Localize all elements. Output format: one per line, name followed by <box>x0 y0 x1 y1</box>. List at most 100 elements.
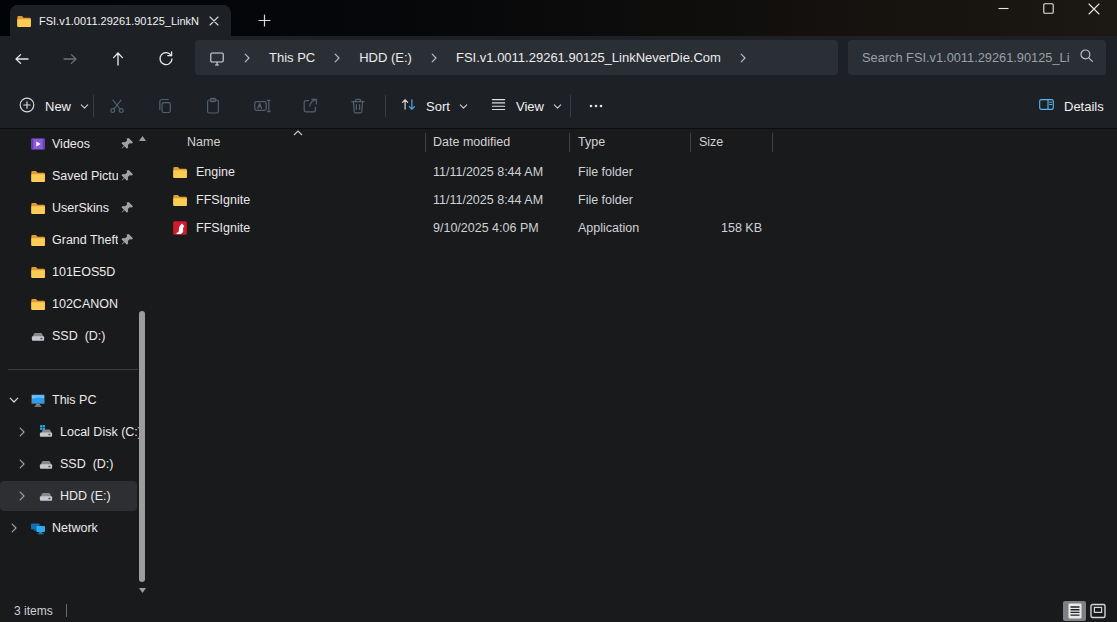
folder-icon <box>172 164 188 180</box>
new-tab-button[interactable] <box>253 9 275 31</box>
navigation-bar: This PC HDD (E:) FSI.v1.0011.29261.90125_L… <box>0 36 1117 83</box>
delete-button[interactable] <box>340 90 376 122</box>
sidebar: Videos Saved Pictures UserSkins Grand Theft… <box>0 129 150 600</box>
breadcrumb-hdd-e[interactable]: HDD (E:) <box>359 50 412 65</box>
column-header-type[interactable]: Type <box>578 135 605 149</box>
tree-item-network[interactable]: Network <box>0 513 150 543</box>
sidebar-item-grand-theft-a[interactable]: Grand Theft A <box>0 225 150 255</box>
breadcrumb-this-pc[interactable]: This PC <box>269 50 315 65</box>
pin-icon <box>121 137 134 150</box>
share-button[interactable] <box>292 90 328 122</box>
sidebar-divider <box>8 369 138 370</box>
column-header-date[interactable]: Date modified <box>433 135 510 149</box>
details-button[interactable]: Details <box>1030 90 1112 122</box>
sidebar-item-label: UserSkins <box>52 201 118 215</box>
paste-button[interactable] <box>195 90 231 122</box>
breadcrumb-chevron-icon[interactable] <box>241 52 253 64</box>
scroll-down-arrow[interactable] <box>139 588 146 593</box>
tree-item-local-disk-c[interactable]: Local Disk (C:) <box>0 417 150 447</box>
tab-close-icon[interactable] <box>205 12 223 30</box>
table-row[interactable]: FFSIgnite11/11/2025 8:44 AMFile folder <box>155 186 1117 214</box>
sort-ascending-icon <box>293 130 303 136</box>
sidebar-item-saved-pictures[interactable]: Saved Pictures <box>0 161 150 191</box>
column-header-name[interactable]: Name <box>187 135 220 149</box>
details-pane-icon <box>1038 96 1055 116</box>
search-input[interactable]: Search FSI.v1.0011.29261.90125_Li <box>862 50 1079 65</box>
sidebar-item-101eos5d[interactable]: 101EOS5D <box>0 257 150 287</box>
file-explorer-window: FSI.v1.0011.29261.90125_LinkN This PC HDD… <box>0 0 1117 622</box>
search-box[interactable]: Search FSI.v1.0011.29261.90125_Li <box>848 40 1106 75</box>
sidebar-item-ssd-d[interactable]: SSD (D:) <box>0 321 150 351</box>
drive-icon <box>30 328 46 344</box>
pinned-section: Videos Saved Pictures UserSkins Grand Theft… <box>0 129 150 353</box>
view-button[interactable]: View <box>482 90 571 122</box>
spacer <box>8 170 20 182</box>
breadcrumb-chevron-icon[interactable] <box>737 52 749 64</box>
address-bar[interactable]: This PC HDD (E:) FSI.v1.0011.29261.90125_L… <box>195 40 838 75</box>
up-button[interactable] <box>102 43 134 75</box>
column-header-size[interactable]: Size <box>699 135 723 149</box>
refresh-button[interactable] <box>150 43 182 75</box>
view-icon <box>490 96 507 116</box>
network-icon <box>30 520 46 536</box>
chevron-right-icon[interactable] <box>16 458 28 470</box>
table-row[interactable]: Engine11/11/2025 8:44 AMFile folder <box>155 158 1117 186</box>
back-button[interactable] <box>6 43 38 75</box>
explorer-tab[interactable]: FSI.v1.0011.29261.90125_LinkN <box>10 5 231 36</box>
new-button-label: New <box>45 99 71 114</box>
chevron-down-icon <box>552 101 563 112</box>
table-row[interactable]: FFSIgnite9/10/2025 4:06 PMApplication158… <box>155 214 1117 242</box>
icons-view-toggle[interactable] <box>1087 601 1109 621</box>
tree-section: This PC Local Disk (C:)SSD (D:)HDD (E:)Ne… <box>0 385 150 545</box>
new-button[interactable]: New <box>8 90 100 122</box>
tree-item-label: This PC <box>52 393 150 407</box>
folder-icon <box>30 296 46 312</box>
more-options-button[interactable] <box>578 90 614 122</box>
scroll-up-arrow[interactable] <box>139 136 146 141</box>
pin-icon <box>121 169 134 182</box>
breadcrumb-chevron-icon[interactable] <box>428 52 440 64</box>
sidebar-item-videos[interactable]: Videos <box>0 129 150 159</box>
file-date-modified: 9/10/2025 4:06 PM <box>433 221 539 235</box>
sidebar-item-userskins[interactable]: UserSkins <box>0 193 150 223</box>
main-area: Videos Saved Pictures UserSkins Grand Theft… <box>0 129 1117 600</box>
sort-button[interactable]: Sort <box>392 90 477 122</box>
spacer <box>8 234 20 246</box>
forward-button[interactable] <box>54 43 86 75</box>
tree-item-hdd-e[interactable]: HDD (E:) <box>0 481 137 511</box>
details-view-toggle[interactable] <box>1063 601 1086 621</box>
breadcrumb-fsi-v1-0011-29261-90125-linkneverdie-com[interactable]: FSI.v1.0011.29261.90125_LinkNeverDie.Com <box>456 50 721 65</box>
sidebar-item-label: Videos <box>52 137 118 151</box>
folder-icon <box>16 13 32 29</box>
tree-item-ssd-d[interactable]: SSD (D:) <box>0 449 150 479</box>
chevron-right-icon[interactable] <box>16 490 28 502</box>
app-icon <box>172 220 188 236</box>
rename-button[interactable] <box>244 90 280 122</box>
spacer <box>8 138 20 150</box>
videos-icon <box>30 136 46 152</box>
pin-icon <box>121 201 134 214</box>
minimize-button[interactable] <box>981 0 1026 30</box>
view-button-label: View <box>516 99 544 114</box>
file-name: FFSIgnite <box>196 193 250 207</box>
sidebar-item-102canon[interactable]: 102CANON <box>0 289 150 319</box>
sidebar-scrollbar[interactable] <box>139 311 145 582</box>
maximize-button[interactable] <box>1026 0 1071 30</box>
spacer <box>8 266 20 278</box>
chevron-right-icon[interactable] <box>8 522 20 534</box>
tree-item-this-pc[interactable]: This PC <box>0 385 150 415</box>
chevron-right-icon[interactable] <box>16 426 28 438</box>
file-date-modified: 11/11/2025 8:44 AM <box>433 193 543 207</box>
breadcrumb-chevron-icon[interactable] <box>331 52 343 64</box>
file-rows: Engine11/11/2025 8:44 AMFile folder FFSIg… <box>155 158 1117 242</box>
drive-icon <box>38 488 54 504</box>
cut-button[interactable] <box>99 90 135 122</box>
tab-bar: FSI.v1.0011.29261.90125_LinkN <box>0 0 1117 36</box>
chevron-down-icon[interactable] <box>8 394 20 406</box>
spacer <box>8 202 20 214</box>
search-icon[interactable] <box>1079 48 1094 67</box>
close-button[interactable] <box>1071 0 1116 30</box>
sidebar-item-label: 101EOS5D <box>52 265 150 279</box>
status-bar: 3 items <box>0 600 1117 622</box>
copy-button[interactable] <box>147 90 183 122</box>
